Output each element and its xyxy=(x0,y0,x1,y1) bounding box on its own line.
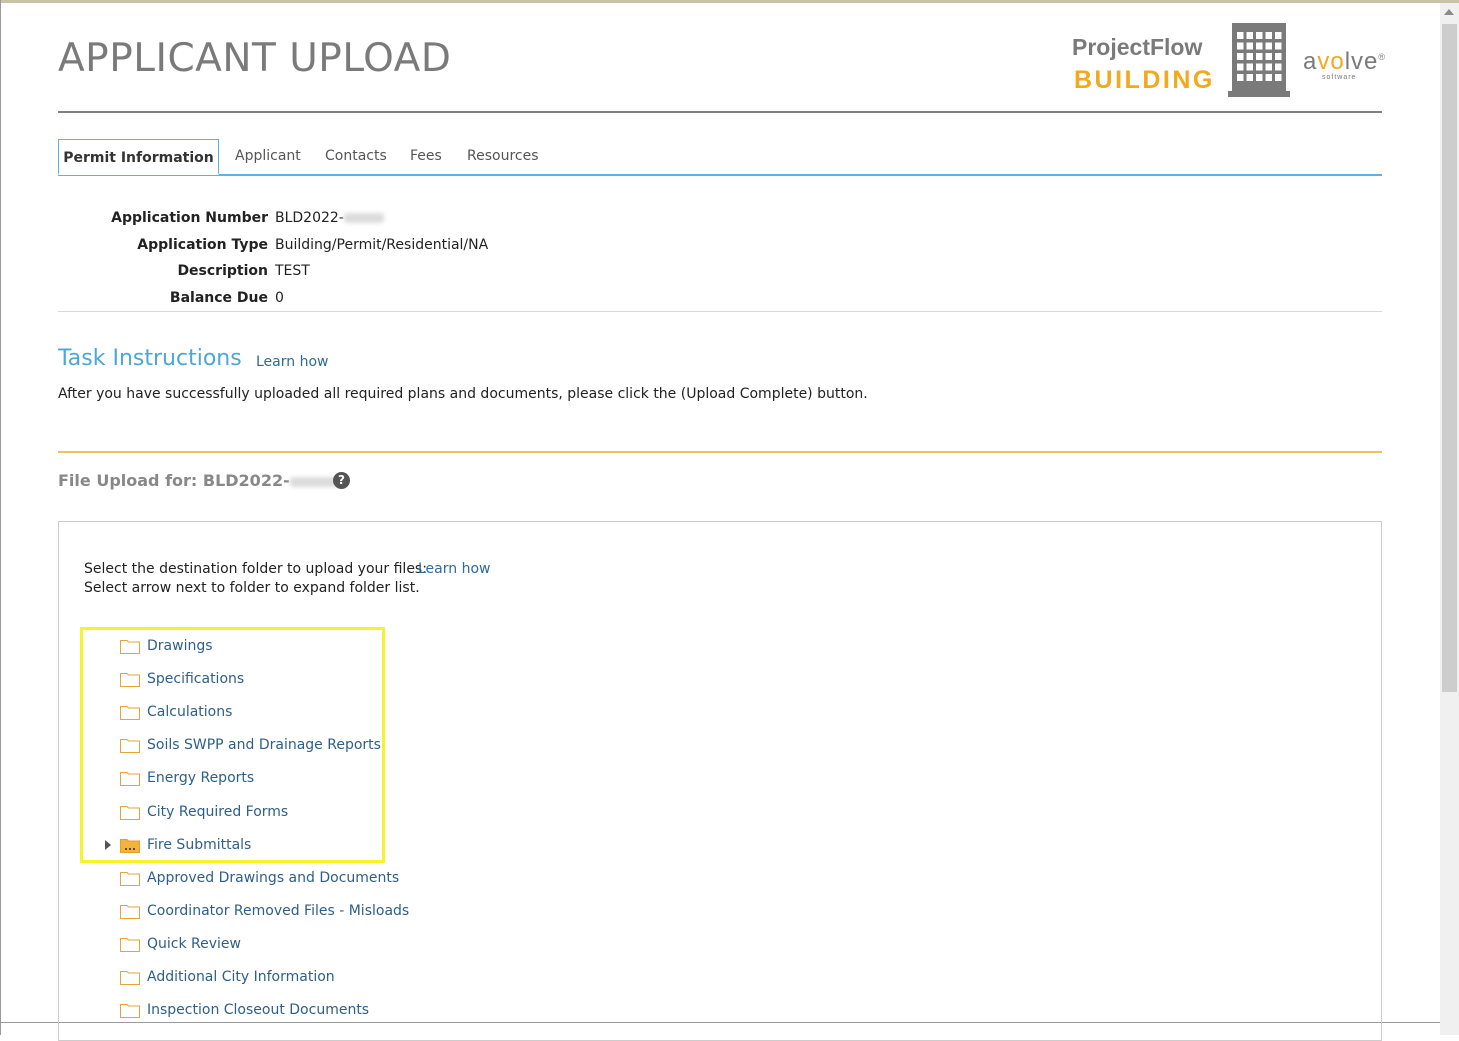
folder-label[interactable]: Approved Drawings and Documents xyxy=(147,870,399,886)
folder-label[interactable]: Additional City Information xyxy=(147,969,335,985)
upload-learn-how-link[interactable]: Learn how xyxy=(418,561,490,577)
folder-item[interactable]: Coordinator Removed Files - Misloads xyxy=(100,902,420,924)
task-learn-how-link[interactable]: Learn how xyxy=(256,354,328,370)
projectflow-logo: ProjectFlow BUILDING xyxy=(1072,34,1222,96)
window-top-border xyxy=(0,0,1459,3)
avolve-logo-name: avolve® xyxy=(1303,48,1387,75)
avolve-logo-subtitle: software xyxy=(1322,74,1357,81)
info-divider xyxy=(58,311,1382,312)
window-left-border xyxy=(0,0,1,1035)
scroll-up-arrow-icon[interactable] xyxy=(1444,9,1454,15)
header-divider xyxy=(58,111,1382,113)
tab-fees[interactable]: Fees xyxy=(410,148,442,164)
scrollbar-thumb[interactable] xyxy=(1442,24,1457,692)
folder-icon xyxy=(120,938,140,952)
tab-applicant[interactable]: Applicant xyxy=(235,148,301,164)
folder-item[interactable]: Approved Drawings and Documents xyxy=(100,869,420,891)
help-icon[interactable]: ? xyxy=(333,472,350,489)
tabs-underline xyxy=(58,174,1382,176)
tab-contacts[interactable]: Contacts xyxy=(325,148,387,164)
folder-item[interactable]: Quick Review xyxy=(100,935,420,957)
section-divider xyxy=(58,451,1382,453)
folder-label[interactable]: Inspection Closeout Documents xyxy=(147,1002,369,1018)
file-upload-heading: File Upload for: BLD2022- xyxy=(58,471,340,490)
folder-icon xyxy=(120,1004,140,1018)
task-instructions-heading: Task Instructions xyxy=(58,346,242,371)
folder-icon xyxy=(120,905,140,919)
folder-label[interactable]: Quick Review xyxy=(147,936,241,952)
folder-icon xyxy=(120,872,140,886)
expand-folder-instruction: Select arrow next to folder to expand fo… xyxy=(84,580,420,596)
application-type-value: Building/Permit/Residential/NA xyxy=(275,237,489,253)
building-icon xyxy=(1228,23,1290,97)
application-number-value: BLD2022- xyxy=(275,210,384,226)
redacted-number xyxy=(343,213,384,223)
tab-resources[interactable]: Resources xyxy=(467,148,539,164)
folder-item[interactable]: Additional City Information xyxy=(100,968,420,990)
tab-permit-information[interactable]: Permit Information xyxy=(58,139,219,175)
task-instructions-text: After you have successfully uploaded all… xyxy=(58,386,868,402)
balance-due-value: 0 xyxy=(275,290,284,306)
application-type-label: Application Type xyxy=(137,237,268,253)
projectflow-logo-name: ProjectFlow xyxy=(1072,34,1203,60)
description-value: TEST xyxy=(275,263,310,279)
application-number-label: Application Number xyxy=(111,210,268,226)
description-label: Description xyxy=(177,263,268,279)
folder-icon xyxy=(120,971,140,985)
folder-item[interactable]: Inspection Closeout Documents xyxy=(100,1001,420,1023)
highlight-box xyxy=(80,627,385,863)
projectflow-logo-building: BUILDING xyxy=(1074,66,1215,94)
select-folder-instruction: Select the destination folder to upload … xyxy=(84,561,427,577)
balance-due-label: Balance Due xyxy=(169,290,268,306)
avolve-logo: avolve® software xyxy=(1300,48,1390,88)
page-title: APPLICANT UPLOAD xyxy=(58,36,452,81)
folder-label[interactable]: Coordinator Removed Files - Misloads xyxy=(147,903,409,919)
